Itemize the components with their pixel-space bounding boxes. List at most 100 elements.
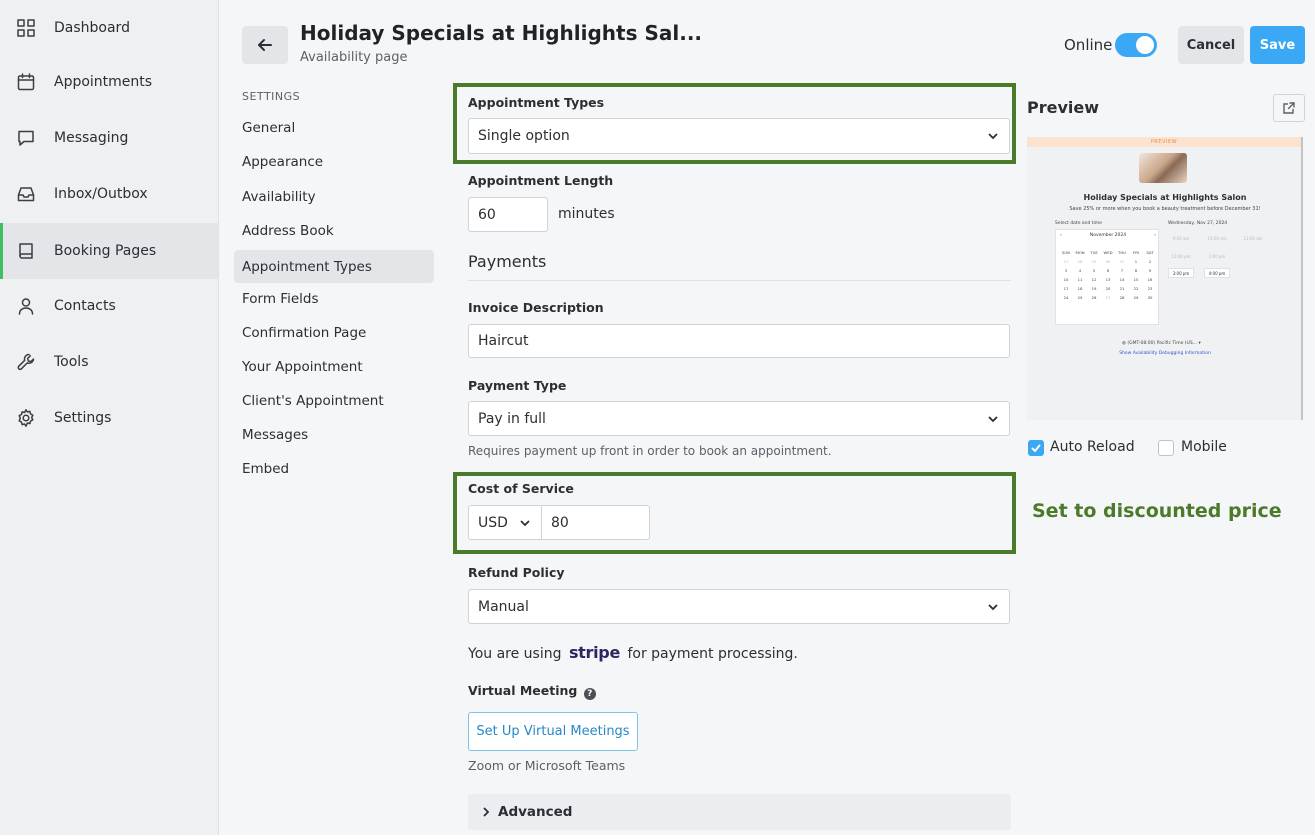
payment-type-helper: Requires payment up front in order to bo…	[468, 444, 832, 458]
online-label: Online	[1064, 36, 1113, 54]
preview-day[interactable]: 1	[1129, 259, 1143, 264]
settings-item-availability[interactable]: Availability	[234, 180, 434, 213]
advanced-section-toggle[interactable]: Advanced	[468, 794, 1011, 830]
appointment-length-value: 60	[478, 206, 496, 223]
settings-item-your-appointment[interactable]: Your Appointment	[234, 350, 434, 383]
advanced-label: Advanced	[498, 804, 573, 820]
preview-day[interactable]: 8	[1129, 268, 1143, 273]
set-up-virtual-meetings-button[interactable]: Set Up Virtual Meetings	[468, 712, 638, 751]
chevron-down-icon	[988, 415, 998, 422]
preview-day[interactable]: 9	[1143, 268, 1157, 273]
preview-time-slot[interactable]: 4:00 pm	[1204, 268, 1230, 278]
refund-policy-select[interactable]: Manual	[468, 589, 1010, 624]
settings-item-clients-appointment[interactable]: Client's Appointment	[234, 384, 434, 417]
preview-day[interactable]: 13	[1101, 277, 1115, 282]
preview-day[interactable]: 6	[1101, 268, 1115, 273]
preview-day[interactable]: 7	[1115, 268, 1129, 273]
chevron-down-icon	[988, 133, 998, 140]
appointment-length-input[interactable]: 60	[468, 197, 548, 232]
preview-date-label: Wednesday, Nov 27, 2024	[1168, 221, 1228, 226]
cancel-button[interactable]: Cancel	[1178, 26, 1244, 64]
preview-day[interactable]: 30	[1143, 295, 1157, 300]
preview-day[interactable]: 26	[1087, 295, 1101, 300]
invoice-description-value: Haircut	[478, 333, 529, 349]
preview-time-slot: 11:00 am	[1243, 235, 1263, 241]
settings-item-confirmation-page[interactable]: Confirmation Page	[234, 316, 434, 349]
nav-item-settings[interactable]: Settings	[0, 390, 218, 446]
person-icon	[16, 296, 36, 316]
preview-day[interactable]: 5	[1087, 268, 1101, 273]
back-button[interactable]	[242, 26, 288, 64]
preview-weekday: SAT	[1146, 250, 1154, 255]
globe-icon: ◍	[1122, 341, 1126, 346]
preview-day[interactable]: 30	[1101, 259, 1115, 264]
preview-day[interactable]: 10	[1059, 277, 1073, 282]
nav-item-booking-pages[interactable]: Booking Pages	[0, 223, 218, 279]
preview-day[interactable]: 28	[1115, 295, 1129, 300]
nav-item-label: Inbox/Outbox	[54, 186, 148, 202]
preview-day[interactable]: 11	[1073, 277, 1087, 282]
preview-calendar-header: ‹ November 2024 ›	[1056, 233, 1160, 238]
preview-frame[interactable]: PREVIEW Holiday Specials at Highlights S…	[1027, 137, 1303, 420]
preview-day[interactable]: 12	[1087, 277, 1101, 282]
preview-weekday: SUN	[1061, 250, 1071, 255]
appointment-types-select[interactable]: Single option	[468, 118, 1010, 154]
virtual-meeting-label-row: Virtual Meeting ?	[468, 683, 596, 700]
preview-day[interactable]: 31	[1115, 259, 1129, 264]
payment-type-select[interactable]: Pay in full	[468, 401, 1010, 436]
preview-day[interactable]: 27	[1059, 259, 1073, 264]
page-title: Holiday Specials at Highlights Sal...	[300, 21, 703, 45]
nav-item-appointments[interactable]: Appointments	[0, 54, 218, 110]
appointment-types-value: Single option	[478, 128, 570, 144]
preview-day[interactable]: 29	[1129, 295, 1143, 300]
nav-item-dashboard[interactable]: Dashboard	[0, 0, 218, 56]
preview-day[interactable]: 22	[1129, 286, 1143, 291]
preview-calendar-grid: SUN MON TUE WED THU FRI SAT 27 28 29 30 31 1 2 3 4 5 6 7 8 9…	[1059, 250, 1157, 300]
preview-time-slot[interactable]: 3:00 pm	[1168, 268, 1194, 278]
preview-day[interactable]: 19	[1087, 286, 1101, 291]
preview-day[interactable]: 16	[1143, 277, 1157, 282]
preview-day[interactable]: 4	[1073, 268, 1087, 273]
preview-day[interactable]: 25	[1073, 295, 1087, 300]
preview-day[interactable]: 21	[1115, 286, 1129, 291]
settings-item-address-book[interactable]: Address Book	[234, 214, 434, 247]
refund-policy-label: Refund Policy	[468, 565, 565, 580]
mobile-checkbox[interactable]	[1158, 440, 1174, 456]
chat-icon	[16, 128, 36, 148]
help-icon[interactable]: ?	[583, 688, 596, 700]
currency-select[interactable]: USD	[468, 505, 542, 540]
settings-item-appointment-types[interactable]: Appointment Types	[234, 250, 434, 283]
online-toggle[interactable]	[1115, 33, 1157, 57]
preview-day[interactable]: 27	[1101, 295, 1115, 300]
preview-day[interactable]: 17	[1059, 286, 1073, 291]
nav-item-messaging[interactable]: Messaging	[0, 110, 218, 166]
settings-item-appearance[interactable]: Appearance	[234, 145, 434, 178]
nav-item-tools[interactable]: Tools	[0, 334, 218, 390]
appointment-types-label: Appointment Types	[468, 95, 605, 110]
preview-day[interactable]: 18	[1073, 286, 1087, 291]
preview-banner: PREVIEW	[1027, 137, 1301, 147]
open-preview-button[interactable]	[1273, 94, 1305, 122]
settings-item-general[interactable]: General	[234, 111, 434, 144]
nav-item-inbox-outbox[interactable]: Inbox/Outbox	[0, 166, 218, 222]
preview-day[interactable]: 28	[1073, 259, 1087, 264]
cost-amount-input[interactable]: 80	[541, 505, 650, 540]
invoice-description-input[interactable]: Haircut	[468, 324, 1010, 358]
settings-item-messages[interactable]: Messages	[234, 418, 434, 451]
preview-day[interactable]: 14	[1115, 277, 1129, 282]
auto-reload-checkbox[interactable]	[1028, 440, 1044, 456]
settings-item-form-fields[interactable]: Form Fields	[234, 282, 434, 315]
preview-calendar: ‹ November 2024 › SUN MON TUE WED THU FRI SAT 2…	[1055, 229, 1159, 325]
preview-day[interactable]: 15	[1129, 277, 1143, 282]
save-button[interactable]: Save	[1250, 26, 1305, 64]
preview-day[interactable]: 20	[1101, 286, 1115, 291]
preview-day[interactable]: 29	[1087, 259, 1101, 264]
book-icon	[16, 241, 36, 261]
preview-day[interactable]: 23	[1143, 286, 1157, 291]
nav-item-contacts[interactable]: Contacts	[0, 278, 218, 334]
payments-divider	[468, 280, 1011, 281]
preview-day[interactable]: 24	[1059, 295, 1073, 300]
preview-day[interactable]: 2	[1143, 259, 1157, 264]
preview-day[interactable]: 3	[1059, 268, 1073, 273]
settings-item-embed[interactable]: Embed	[234, 452, 434, 485]
